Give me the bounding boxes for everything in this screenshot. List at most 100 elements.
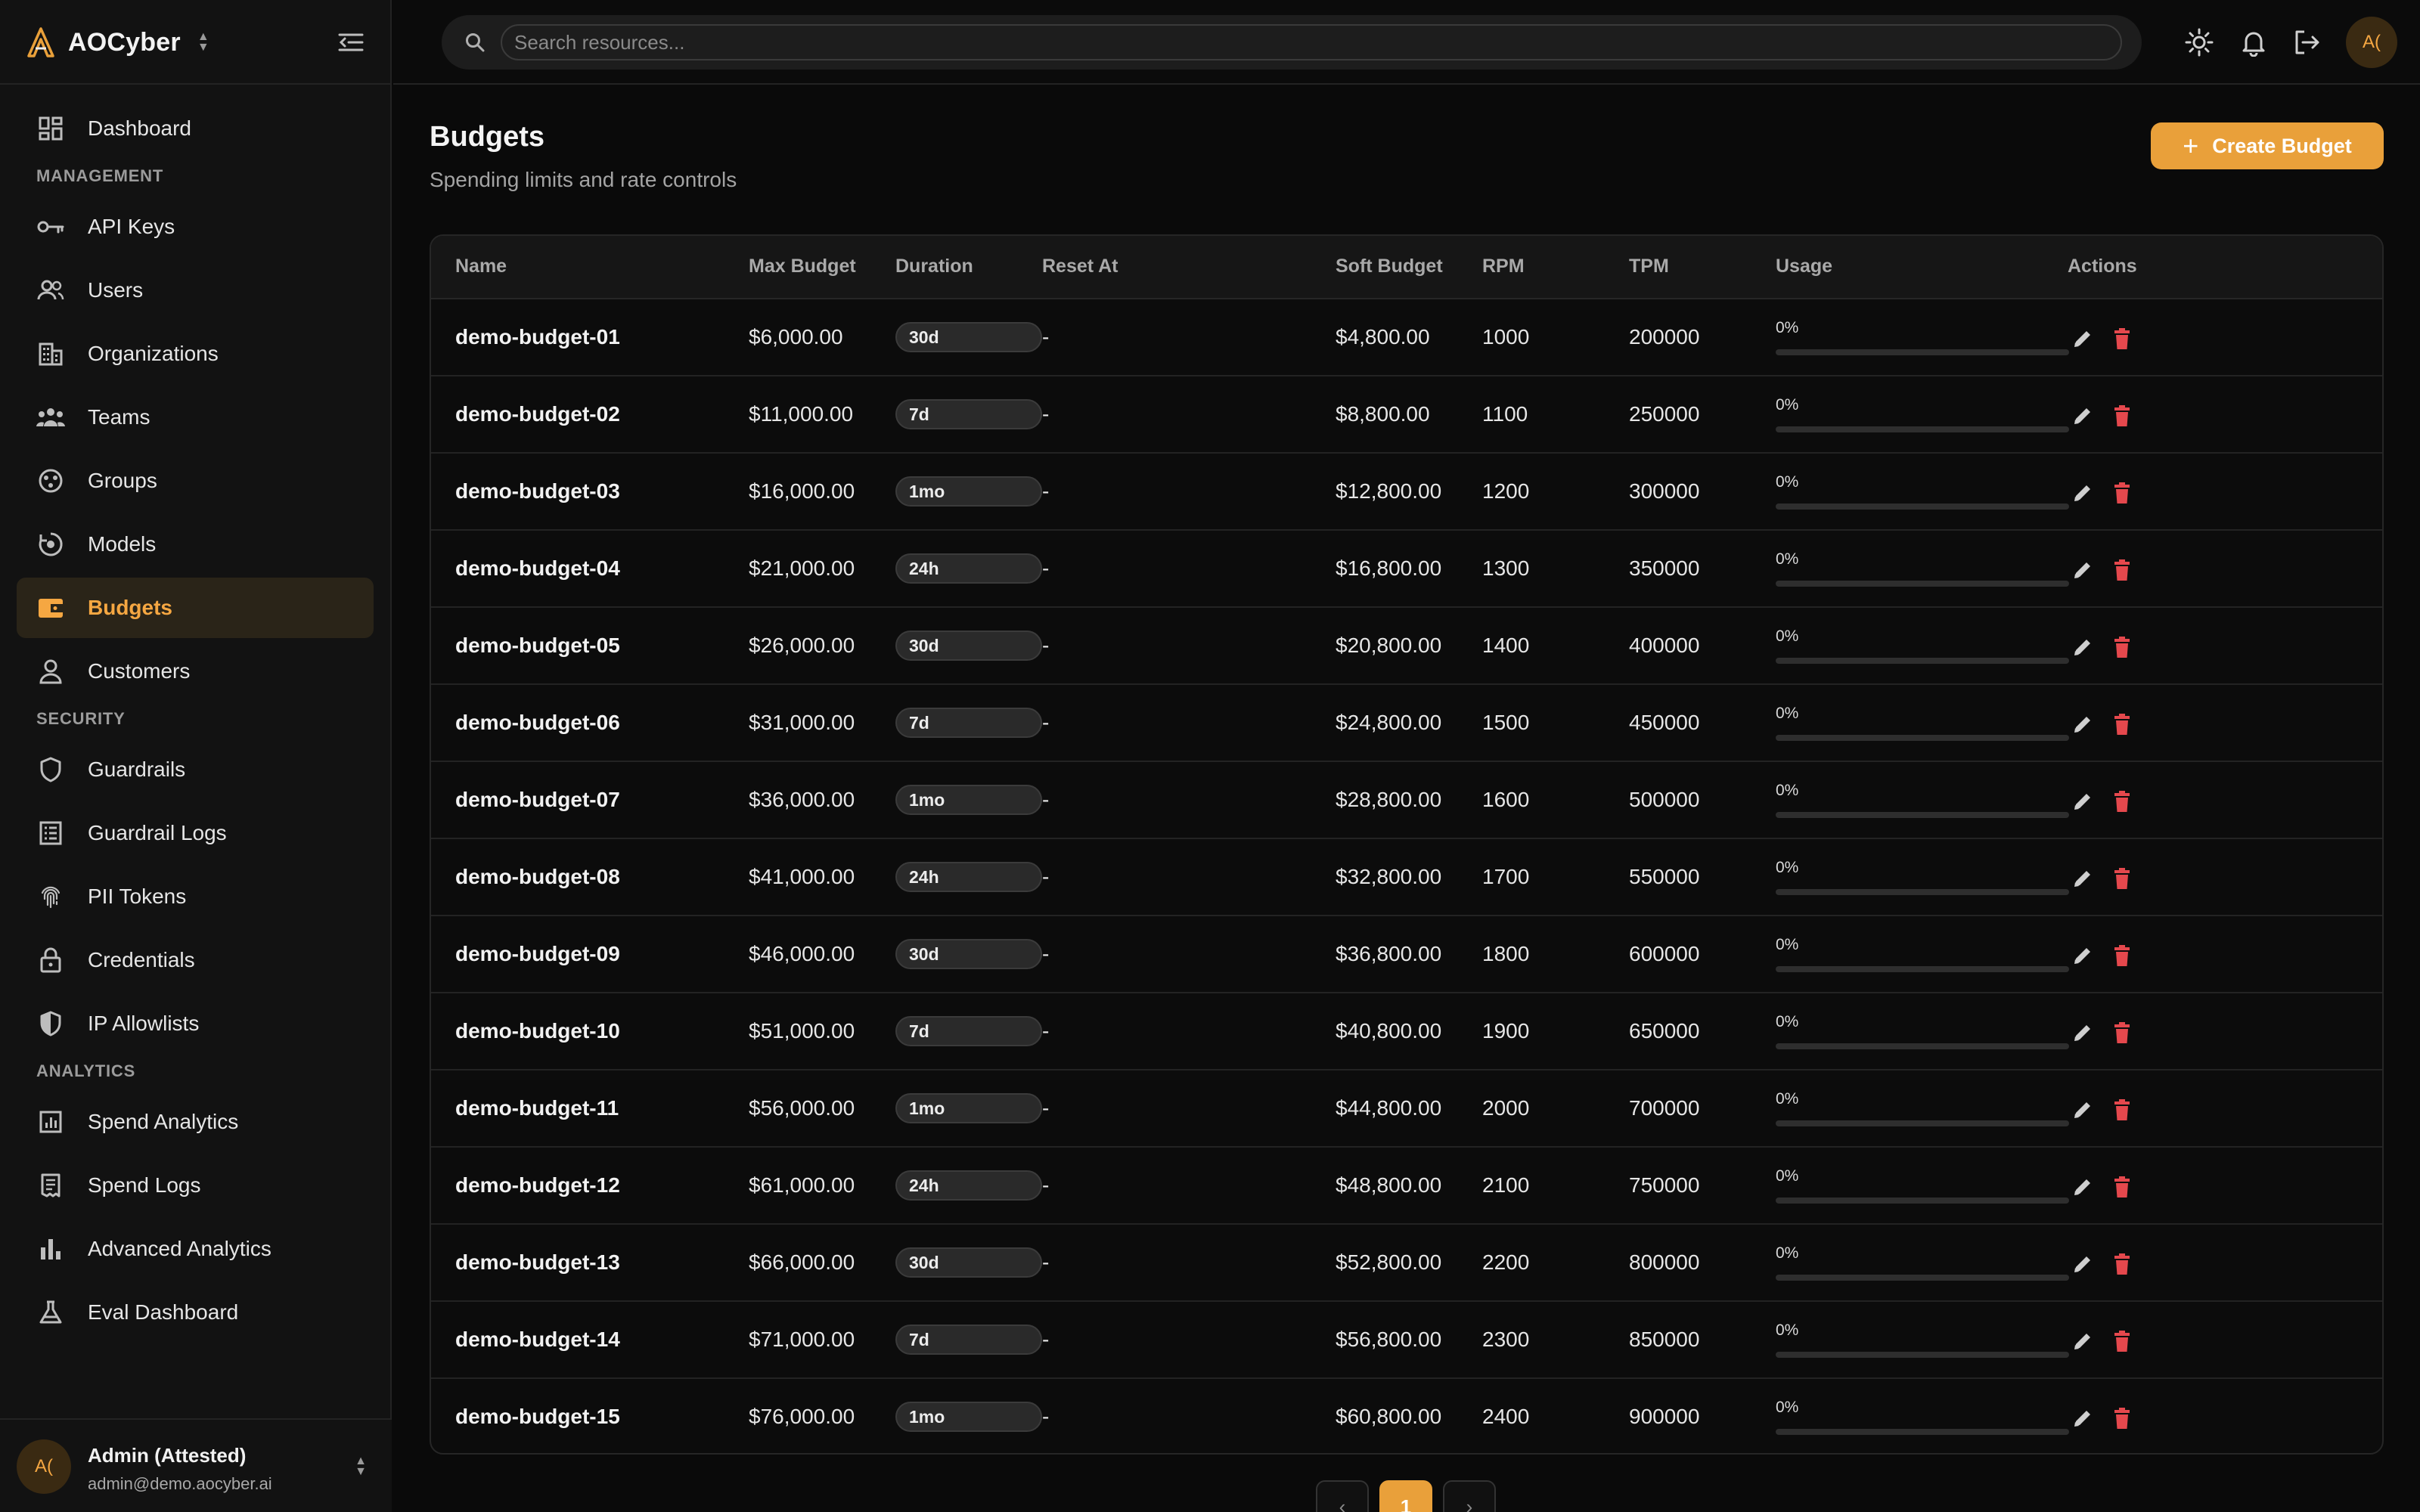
- delete-trash-icon[interactable]: [2108, 942, 2136, 969]
- sidebar-item-label: Guardrails: [88, 758, 186, 781]
- edit-pencil-icon[interactable]: [2069, 479, 2096, 507]
- pagination-prev-button[interactable]: ‹: [1316, 1480, 1369, 1512]
- reset-at: -: [1042, 788, 1050, 811]
- edit-pencil-icon[interactable]: [2069, 556, 2096, 584]
- max-budget: $36,000.00: [749, 788, 855, 811]
- usage-percent: 0%: [1776, 936, 1799, 953]
- delete-trash-icon[interactable]: [2108, 1019, 2136, 1046]
- delete-trash-icon[interactable]: [2108, 634, 2136, 661]
- budget-name: demo-budget-14: [455, 1328, 620, 1351]
- sidebar-item-teams[interactable]: Teams: [17, 387, 374, 448]
- sidebar-item-credentials[interactable]: Credentials: [17, 930, 374, 990]
- edit-pencil-icon[interactable]: [2069, 634, 2096, 661]
- model-icon: [36, 530, 65, 559]
- tpm-value: 350000: [1629, 556, 1700, 580]
- duration-badge: 30d: [895, 1247, 1042, 1278]
- edit-pencil-icon[interactable]: [2069, 1250, 2096, 1278]
- edit-pencil-icon[interactable]: [2069, 1328, 2096, 1355]
- sidebar-item-organizations[interactable]: Organizations: [17, 324, 374, 384]
- groups-icon: [36, 466, 65, 495]
- collapse-sidebar-icon[interactable]: [336, 27, 366, 57]
- create-budget-button[interactable]: + Create Budget: [2151, 122, 2384, 169]
- budget-name: demo-budget-08: [455, 865, 620, 888]
- sidebar-item-customers[interactable]: Customers: [17, 641, 374, 702]
- edit-pencil-icon[interactable]: [2069, 1405, 2096, 1432]
- table-row: demo-budget-15 $76,000.00 1mo - $60,800.00 24…: [431, 1379, 2382, 1453]
- duration-badge: 24h: [895, 553, 1042, 584]
- sidebar-item-pii-tokens[interactable]: PII Tokens: [17, 866, 374, 927]
- soft-budget: $32,800.00: [1336, 865, 1442, 888]
- duration-badge: 24h: [895, 1170, 1042, 1201]
- max-budget: $46,000.00: [749, 942, 855, 965]
- usage-percent: 0%: [1776, 1013, 1799, 1030]
- sidebar-item-guardrail-logs[interactable]: Guardrail Logs: [17, 803, 374, 863]
- user-menu-chevron-icon[interactable]: ▲ ▼: [349, 1450, 372, 1483]
- edit-pencil-icon[interactable]: [2069, 1096, 2096, 1123]
- edit-pencil-icon[interactable]: [2069, 402, 2096, 429]
- sidebar-item-label: Groups: [88, 469, 157, 492]
- delete-trash-icon[interactable]: [2108, 402, 2136, 429]
- logout-icon[interactable]: [2290, 26, 2323, 59]
- delete-trash-icon[interactable]: [2108, 788, 2136, 815]
- analytics-icon: [36, 1108, 65, 1136]
- reset-at: -: [1042, 1096, 1050, 1120]
- sidebar-item-api-keys[interactable]: API Keys: [17, 197, 374, 257]
- delete-trash-icon[interactable]: [2108, 1328, 2136, 1355]
- soft-budget: $4,800.00: [1336, 325, 1430, 349]
- sidebar-item-dashboard[interactable]: Dashboard: [17, 98, 374, 159]
- bell-icon[interactable]: [2237, 26, 2270, 59]
- workspace-switcher-icon[interactable]: ▲ ▼: [194, 29, 213, 56]
- delete-trash-icon[interactable]: [2108, 1096, 2136, 1123]
- delete-trash-icon[interactable]: [2108, 711, 2136, 738]
- edit-pencil-icon[interactable]: [2069, 1173, 2096, 1201]
- shield-half-icon: [36, 1009, 65, 1038]
- delete-trash-icon[interactable]: [2108, 865, 2136, 892]
- sidebar-item-advanced-analytics[interactable]: Advanced Analytics: [17, 1219, 374, 1279]
- sidebar-item-budgets[interactable]: Budgets: [17, 578, 374, 638]
- theme-toggle-sun-icon[interactable]: [2183, 26, 2216, 59]
- sidebar-item-groups[interactable]: Groups: [17, 451, 374, 511]
- user-card[interactable]: A( Admin (Attested) admin@demo.aocyber.a…: [0, 1418, 392, 1512]
- reset-at: -: [1042, 942, 1050, 965]
- rpm-value: 1800: [1482, 942, 1530, 965]
- flask-icon: [36, 1298, 65, 1327]
- sidebar-item-ip-allowlists[interactable]: IP Allowlists: [17, 993, 374, 1054]
- edit-pencil-icon[interactable]: [2069, 711, 2096, 738]
- delete-trash-icon[interactable]: [2108, 1250, 2136, 1278]
- pagination-page-button[interactable]: 1: [1379, 1480, 1432, 1512]
- sidebar-section-security: SECURITY: [36, 709, 126, 728]
- delete-trash-icon[interactable]: [2108, 1173, 2136, 1201]
- sidebar-item-guardrails[interactable]: Guardrails: [17, 739, 374, 800]
- top-avatar[interactable]: A(: [2346, 17, 2397, 68]
- usage-progress-bar: [1776, 1120, 2069, 1126]
- sidebar-item-spend-logs[interactable]: Spend Logs: [17, 1155, 374, 1216]
- budget-name: demo-budget-04: [455, 556, 620, 580]
- sidebar-item-label: Spend Analytics: [88, 1110, 239, 1133]
- sidebar-item-users[interactable]: Users: [17, 260, 374, 321]
- sidebar-item-spend-analytics[interactable]: Spend Analytics: [17, 1092, 374, 1152]
- edit-pencil-icon[interactable]: [2069, 788, 2096, 815]
- budget-name: demo-budget-06: [455, 711, 620, 734]
- edit-pencil-icon[interactable]: [2069, 865, 2096, 892]
- delete-trash-icon[interactable]: [2108, 556, 2136, 584]
- max-budget: $76,000.00: [749, 1405, 855, 1428]
- delete-trash-icon[interactable]: [2108, 325, 2136, 352]
- duration-badge: 1mo: [895, 476, 1042, 507]
- brand[interactable]: AOCyber ▲ ▼: [24, 23, 213, 62]
- pagination-next-button[interactable]: ›: [1443, 1480, 1496, 1512]
- delete-trash-icon[interactable]: [2108, 479, 2136, 507]
- users-icon: [36, 276, 65, 305]
- sidebar-item-label: PII Tokens: [88, 885, 187, 908]
- edit-pencil-icon[interactable]: [2069, 1019, 2096, 1046]
- sidebar-item-eval-dashboard[interactable]: Eval Dashboard: [17, 1282, 374, 1343]
- duration-badge: 7d: [895, 1016, 1042, 1046]
- max-budget: $61,000.00: [749, 1173, 855, 1197]
- usage-percent: 0%: [1776, 550, 1799, 568]
- edit-pencil-icon[interactable]: [2069, 942, 2096, 969]
- receipt-icon: [36, 1171, 65, 1200]
- search-input[interactable]: [501, 24, 2122, 60]
- sidebar-item-models[interactable]: Models: [17, 514, 374, 575]
- soft-budget: $36,800.00: [1336, 942, 1442, 965]
- delete-trash-icon[interactable]: [2108, 1405, 2136, 1432]
- edit-pencil-icon[interactable]: [2069, 325, 2096, 352]
